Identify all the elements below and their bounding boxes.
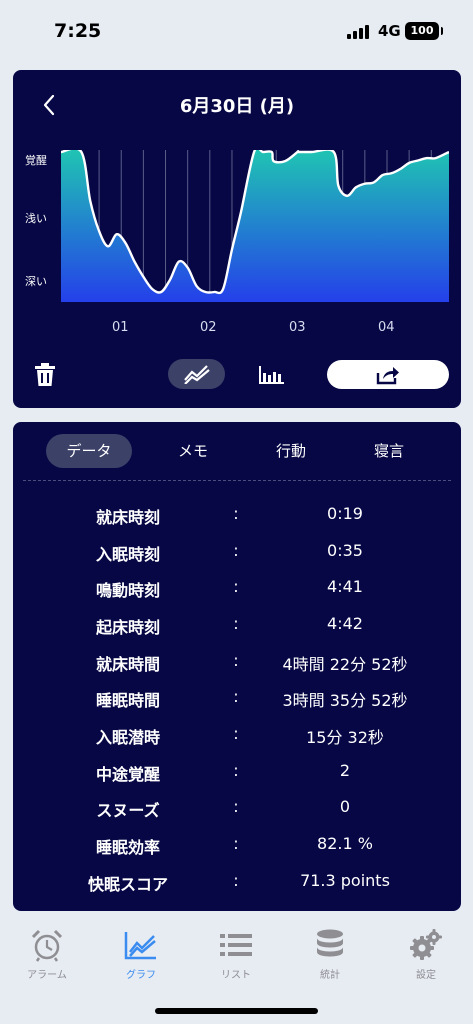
- share-icon: [376, 366, 399, 384]
- stat-row: 快眠スコア : 71.3 points: [13, 871, 461, 895]
- alarm-clock-icon: [31, 929, 63, 962]
- stat-label: 中途覚醒: [95, 765, 160, 784]
- divider: [23, 480, 451, 481]
- stat-row: 睡眠効率 : 82.1 %: [13, 834, 461, 858]
- status-bar: 7:25 4G 100: [0, 0, 473, 62]
- stat-value: 82.1 %: [317, 834, 373, 853]
- stat-row: 入眠時刻 : 0:35: [13, 541, 461, 565]
- x-tick-02: 02: [200, 320, 217, 335]
- stat-label: 入眠潜時: [95, 728, 160, 747]
- stat-colon: :: [233, 687, 239, 706]
- stat-value: 4時間 22分 52秒: [282, 655, 408, 674]
- stat-value: 15分 32秒: [306, 728, 384, 747]
- stat-row: 就床時刻 : 0:19: [13, 504, 461, 528]
- stat-colon: :: [233, 651, 239, 670]
- stat-value: 2: [339, 761, 351, 780]
- detail-tabs: データ メモ 行動 寝言: [13, 434, 461, 468]
- tabbar-label: アラーム: [27, 970, 67, 981]
- share-button[interactable]: [327, 360, 449, 389]
- tab-sleep-talk[interactable]: 寝言: [349, 434, 429, 468]
- tabbar-label: 統計: [320, 970, 340, 981]
- signal-icon: [347, 25, 373, 39]
- stat-colon: :: [233, 797, 239, 816]
- gear-icon: [410, 929, 442, 960]
- stat-value: 0:35: [327, 541, 363, 560]
- stat-value: 4:42: [327, 614, 363, 633]
- stat-colon: :: [233, 614, 239, 633]
- tabbar-item-stats[interactable]: 統計: [290, 928, 370, 988]
- stat-label: 就床時刻: [95, 508, 160, 527]
- tab-data[interactable]: データ: [46, 434, 132, 468]
- delete-button[interactable]: [31, 361, 59, 389]
- stat-row: スヌーズ : 0: [13, 797, 461, 821]
- y-label-light: 浅い: [25, 212, 47, 225]
- stat-row: 中途覚醒 : 2: [13, 761, 461, 785]
- battery-level: 100: [410, 24, 434, 37]
- battery-icon: 100: [405, 22, 443, 40]
- stat-row: 入眠潜時 : 15分 32秒: [13, 724, 461, 748]
- stat-value: 71.3 points: [300, 871, 390, 890]
- line-chart-mode-button[interactable]: [168, 359, 225, 389]
- line-chart-icon: [183, 365, 210, 384]
- y-label-awake: 覚醒: [25, 154, 47, 167]
- stat-label: 入眠時刻: [95, 545, 160, 564]
- sleep-graph-card: 6月30日 (月) 覚醒 浅い 深い 01 02 03 04: [13, 70, 461, 408]
- tabbar-item-settings[interactable]: 設定: [386, 928, 466, 988]
- tabbar-item-list[interactable]: リスト: [196, 928, 276, 988]
- stat-label: 快眠スコア: [87, 875, 168, 894]
- line-chart-icon: [124, 932, 156, 960]
- list-icon: [220, 934, 252, 956]
- y-label-deep: 深い: [25, 275, 47, 288]
- stat-colon: :: [233, 541, 239, 560]
- stat-label: 睡眠時間: [95, 691, 160, 710]
- tabbar-label: 設定: [416, 970, 436, 981]
- tabbar-item-alarm[interactable]: アラーム: [7, 928, 87, 988]
- bar-chart-icon: [259, 366, 284, 384]
- home-indicator: [155, 1008, 318, 1014]
- stat-colon: :: [233, 761, 239, 780]
- stat-value: 4:41: [327, 577, 363, 596]
- stat-row: 起床時刻 : 4:42: [13, 614, 461, 638]
- trash-icon: [35, 363, 55, 386]
- stat-row: 睡眠時間 : 3時間 35分 52秒: [13, 687, 461, 711]
- stat-row: 鳴動時刻 : 4:41: [13, 577, 461, 601]
- tab-activity[interactable]: 行動: [251, 434, 331, 468]
- x-tick-03: 03: [289, 320, 306, 335]
- status-time: 7:25: [54, 20, 102, 42]
- database-icon: [317, 929, 343, 957]
- stat-label: 鳴動時刻: [95, 581, 160, 600]
- stat-row: 就床時間 : 4時間 22分 52秒: [13, 651, 461, 675]
- tabbar-label: グラフ: [126, 970, 156, 981]
- stat-label: 就床時間: [95, 655, 160, 674]
- sleep-data-card: データ メモ 行動 寝言 就床時刻 : 0:19 入眠時刻 : 0:35 鳴動時…: [13, 422, 461, 911]
- stat-colon: :: [233, 504, 239, 523]
- tabbar-item-graph[interactable]: グラフ: [101, 928, 181, 988]
- tabbar-label: リスト: [221, 970, 251, 981]
- x-tick-04: 04: [378, 320, 395, 335]
- stat-value: 0: [339, 797, 351, 816]
- x-tick-01: 01: [112, 320, 129, 335]
- stat-label: スヌーズ: [96, 801, 160, 820]
- stat-colon: :: [233, 724, 239, 743]
- network-type: 4G: [378, 22, 401, 40]
- stat-colon: :: [233, 834, 239, 853]
- stat-value: 0:19: [327, 504, 363, 523]
- sleep-depth-chart: [61, 150, 449, 302]
- stat-colon: :: [233, 871, 239, 890]
- date-title: 6月30日 (月): [179, 96, 295, 117]
- stat-label: 起床時刻: [95, 618, 160, 637]
- stat-label: 睡眠効率: [95, 838, 160, 857]
- stat-colon: :: [233, 577, 239, 596]
- stat-value: 3時間 35分 52秒: [282, 691, 408, 710]
- bar-chart-mode-button[interactable]: [257, 359, 287, 389]
- tab-memo[interactable]: メモ: [153, 434, 233, 468]
